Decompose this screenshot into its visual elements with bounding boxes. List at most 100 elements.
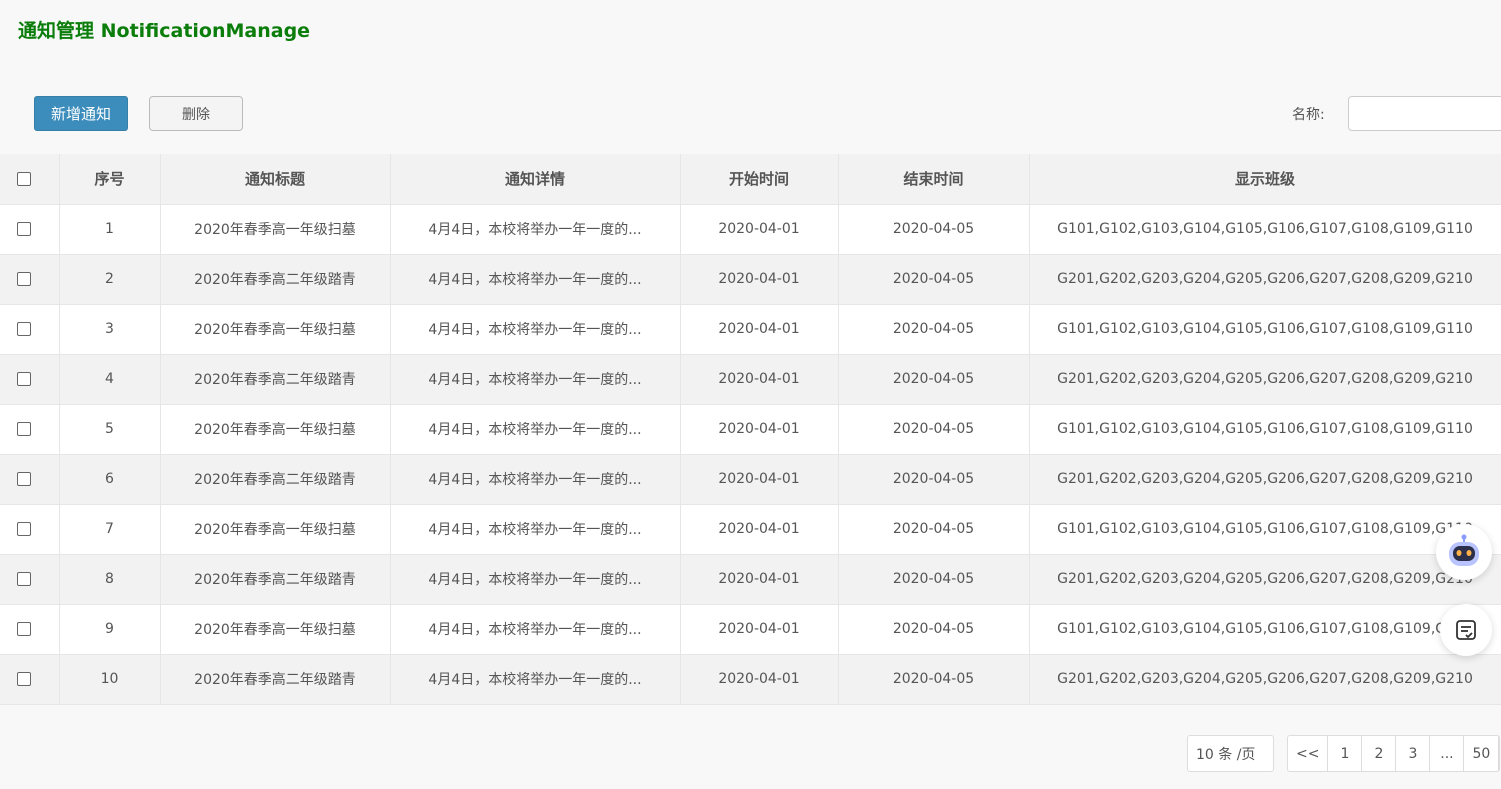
row-detail: 4月4日，本校将举办一年一度的... [390,554,681,605]
row-title: 2020年春季高一年级扫墓 [160,604,391,655]
row-no: 9 [59,604,161,655]
page-size-select[interactable]: 10 条 /页 [1187,735,1274,772]
row-select-cell [0,504,60,555]
row-select-cell [0,454,60,505]
row-title: 2020年春季高一年级扫墓 [160,504,391,555]
table-row: 3 2020年春季高一年级扫墓 4月4日，本校将举办一年一度的... 2020-04-… [0,304,1501,355]
select-all-cell [0,154,60,205]
row-detail: 4月4日，本校将举办一年一度的... [390,304,681,355]
row-no: 5 [59,404,161,455]
row-no: 2 [59,254,161,305]
row-start-time: 2020-04-01 [680,504,839,555]
row-end-time: 2020-04-05 [838,204,1030,255]
row-classes: G101,G102,G103,G104,G105,G106,G107,G108,… [1029,504,1501,555]
row-title: 2020年春季高二年级踏青 [160,354,391,405]
row-no: 8 [59,554,161,605]
table-row: 5 2020年春季高一年级扫墓 4月4日，本校将举办一年一度的... 2020-04-… [0,404,1501,455]
page-50-button[interactable]: 50 [1464,736,1500,771]
notes-icon [1456,620,1476,640]
row-start-time: 2020-04-01 [680,254,839,305]
row-end-time: 2020-04-05 [838,504,1030,555]
table-row: 10 2020年春季高二年级踏青 4月4日，本校将举办一年一度的... 2020-04… [0,654,1501,705]
table-row: 9 2020年春季高一年级扫墓 4月4日，本校将举办一年一度的... 2020-04-… [0,604,1501,655]
row-title: 2020年春季高二年级踏青 [160,654,391,705]
row-checkbox[interactable] [17,572,31,586]
row-classes: G201,G202,G203,G204,G205,G206,G207,G208,… [1029,554,1501,605]
row-no: 4 [59,354,161,405]
pagination: << 1 2 3 ... 50 [1287,735,1501,772]
page-title: 通知管理 NotificationManage [18,20,311,42]
table-row: 4 2020年春季高二年级踏青 4月4日，本校将举办一年一度的... 2020-04-… [0,354,1501,405]
row-checkbox[interactable] [17,422,31,436]
prev-page-button[interactable]: << [1288,736,1329,771]
row-select-cell [0,254,60,305]
row-start-time: 2020-04-01 [680,654,839,705]
row-start-time: 2020-04-01 [680,604,839,655]
row-title: 2020年春季高二年级踏青 [160,254,391,305]
row-end-time: 2020-04-05 [838,604,1030,655]
row-title: 2020年春季高一年级扫墓 [160,304,391,355]
page-2-button[interactable]: 2 [1362,736,1397,771]
row-title: 2020年春季高二年级踏青 [160,454,391,505]
row-end-time: 2020-04-05 [838,254,1030,305]
row-title: 2020年春季高一年级扫墓 [160,204,391,255]
notes-float-button[interactable] [1440,604,1492,656]
header-end-time[interactable]: 结束时间 [838,154,1030,205]
row-end-time: 2020-04-05 [838,354,1030,405]
row-start-time: 2020-04-01 [680,204,839,255]
row-classes: G101,G102,G103,G104,G105,G106,G107,G108,… [1029,404,1501,455]
row-classes: G201,G202,G203,G204,G205,G206,G207,G208,… [1029,654,1501,705]
row-checkbox[interactable] [17,522,31,536]
row-checkbox[interactable] [17,622,31,636]
row-start-time: 2020-04-01 [680,354,839,405]
add-notification-button[interactable]: 新增通知 [34,96,128,131]
row-detail: 4月4日，本校将举办一年一度的... [390,504,681,555]
row-checkbox[interactable] [17,222,31,236]
page-1-button[interactable]: 1 [1328,736,1363,771]
row-no: 7 [59,504,161,555]
row-start-time: 2020-04-01 [680,304,839,355]
row-classes: G201,G202,G203,G204,G205,G206,G207,G208,… [1029,254,1501,305]
row-select-cell [0,654,60,705]
row-classes: G201,G202,G203,G204,G205,G206,G207,G208,… [1029,454,1501,505]
row-detail: 4月4日，本校将举办一年一度的... [390,604,681,655]
select-all-checkbox[interactable] [17,172,31,187]
row-checkbox[interactable] [17,472,31,486]
page-ellipsis: ... [1430,736,1465,771]
assistant-float-button[interactable] [1436,524,1492,580]
page-3-button[interactable]: 3 [1396,736,1431,771]
row-checkbox[interactable] [17,372,31,386]
row-end-time: 2020-04-05 [838,454,1030,505]
row-select-cell [0,604,60,655]
table-row: 6 2020年春季高二年级踏青 4月4日，本校将举办一年一度的... 2020-04-… [0,454,1501,505]
row-checkbox[interactable] [17,322,31,336]
row-end-time: 2020-04-05 [838,654,1030,705]
row-no: 1 [59,204,161,255]
header-classes[interactable]: 显示班级 [1029,154,1501,205]
header-detail[interactable]: 通知详情 [390,154,681,205]
robot-assistant-icon [1449,534,1479,566]
row-start-time: 2020-04-01 [680,454,839,505]
row-classes: G101,G102,G103,G104,G105,G106,G107,G108,… [1029,204,1501,255]
search-input[interactable] [1348,96,1501,131]
table-row: 7 2020年春季高一年级扫墓 4月4日，本校将举办一年一度的... 2020-04-… [0,504,1501,555]
row-checkbox[interactable] [17,272,31,286]
row-checkbox[interactable] [17,672,31,686]
row-title: 2020年春季高一年级扫墓 [160,404,391,455]
row-no: 3 [59,304,161,355]
row-no: 6 [59,454,161,505]
header-no[interactable]: 序号 [59,154,161,205]
row-classes: G201,G202,G203,G204,G205,G206,G207,G208,… [1029,354,1501,405]
row-classes: G101,G102,G103,G104,G105,G106,G107,G108,… [1029,304,1501,355]
row-detail: 4月4日，本校将举办一年一度的... [390,204,681,255]
row-select-cell [0,554,60,605]
header-title[interactable]: 通知标题 [160,154,391,205]
row-select-cell [0,204,60,255]
header-start-time[interactable]: 开始时间 [680,154,839,205]
row-select-cell [0,304,60,355]
row-end-time: 2020-04-05 [838,554,1030,605]
delete-button[interactable]: 删除 [149,96,243,131]
row-no: 10 [59,654,161,705]
notification-table: 序号 通知标题 通知详情 开始时间 结束时间 显示班级 1 2020年春季高一年级… [0,154,1501,705]
row-detail: 4月4日，本校将举办一年一度的... [390,454,681,505]
